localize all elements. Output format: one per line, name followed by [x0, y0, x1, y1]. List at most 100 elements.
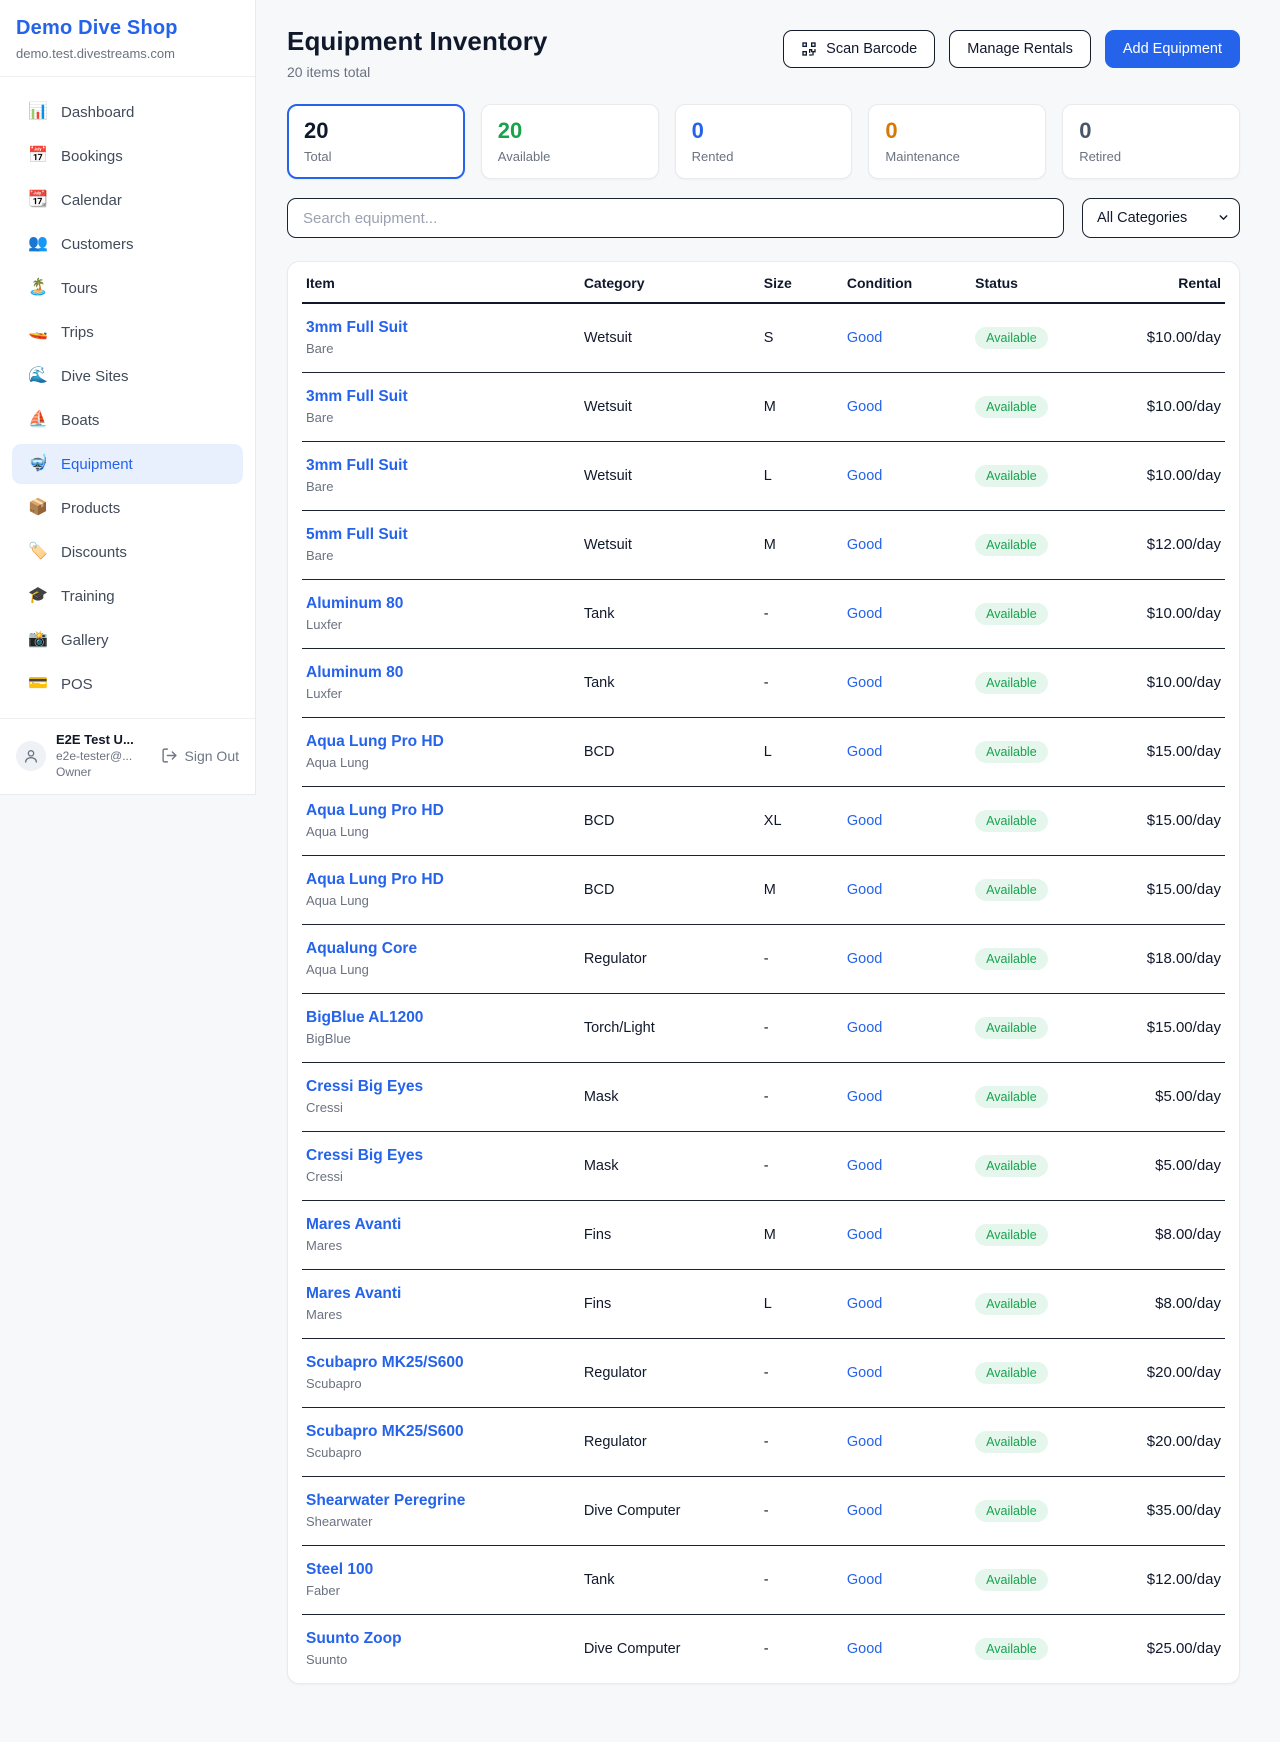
stat-card-rented[interactable]: 0Rented	[675, 104, 853, 179]
item-condition-link[interactable]: Good	[847, 1158, 882, 1174]
item-name-link[interactable]: 3mm Full Suit	[306, 457, 576, 475]
sidebar-item-products[interactable]: 📦Products	[12, 488, 243, 528]
item-name-link[interactable]: Aqua Lung Pro HD	[306, 871, 576, 889]
item-condition-link[interactable]: Good	[847, 1365, 882, 1381]
item-condition-link[interactable]: Good	[847, 951, 882, 967]
sidebar-item-boats[interactable]: ⛵Boats	[12, 400, 243, 440]
sidebar-item-training[interactable]: 🎓Training	[12, 576, 243, 616]
item-category: Mask	[580, 1131, 760, 1200]
item-condition-link[interactable]: Good	[847, 1572, 882, 1588]
sidebar-header: Demo Dive Shop demo.test.divestreams.com	[0, 0, 255, 77]
item-condition-link[interactable]: Good	[847, 1227, 882, 1243]
item-size: L	[760, 717, 843, 786]
item-condition-link[interactable]: Good	[847, 1296, 882, 1312]
item-name-link[interactable]: 3mm Full Suit	[306, 388, 576, 406]
item-condition-link[interactable]: Good	[847, 882, 882, 898]
item-condition-link[interactable]: Good	[847, 744, 882, 760]
stat-card-total[interactable]: 20Total	[287, 104, 465, 179]
item-name-link[interactable]: BigBlue AL1200	[306, 1009, 576, 1027]
item-name-link[interactable]: Suunto Zoop	[306, 1630, 576, 1648]
stat-value: 0	[885, 118, 1029, 144]
item-name-link[interactable]: 3mm Full Suit	[306, 319, 576, 337]
item-brand: Bare	[306, 479, 576, 494]
sidebar-item-trips[interactable]: 🚤Trips	[12, 312, 243, 352]
item-condition-link[interactable]: Good	[847, 1089, 882, 1105]
sidebar-item-bookings[interactable]: 📅Bookings	[12, 136, 243, 176]
item-name-link[interactable]: Mares Avanti	[306, 1285, 576, 1303]
status-badge: Available	[975, 327, 1048, 349]
sidebar-item-gallery[interactable]: 📸Gallery	[12, 620, 243, 660]
sidebar-item-dive-sites[interactable]: 🌊Dive Sites	[12, 356, 243, 396]
item-name-link[interactable]: Aluminum 80	[306, 595, 576, 613]
sidebar-nav: 📊Dashboard📅Bookings📆Calendar👥Customers🏝️…	[0, 77, 255, 718]
stat-card-available[interactable]: 20Available	[481, 104, 659, 179]
item-name-link[interactable]: Cressi Big Eyes	[306, 1147, 576, 1165]
item-category: Tank	[580, 1545, 760, 1614]
status-badge: Available	[975, 1293, 1048, 1315]
item-rental-rate: $10.00/day	[1099, 441, 1225, 510]
status-badge: Available	[975, 1017, 1048, 1039]
user-email: e2e-tester@...	[56, 749, 134, 763]
item-name-link[interactable]: Aqua Lung Pro HD	[306, 733, 576, 751]
sidebar-item-customers[interactable]: 👥Customers	[12, 224, 243, 264]
item-category: Torch/Light	[580, 993, 760, 1062]
item-condition-link[interactable]: Good	[847, 606, 882, 622]
item-condition-link[interactable]: Good	[847, 1020, 882, 1036]
sidebar-item-discounts[interactable]: 🏷️Discounts	[12, 532, 243, 572]
item-condition-link[interactable]: Good	[847, 813, 882, 829]
sidebar-item-label: Training	[61, 588, 115, 605]
item-name-link[interactable]: Scubapro MK25/S600	[306, 1354, 576, 1372]
item-category: Wetsuit	[580, 441, 760, 510]
sidebar-item-equipment[interactable]: 🤿Equipment	[12, 444, 243, 484]
search-input[interactable]	[287, 198, 1064, 238]
item-condition-link[interactable]: Good	[847, 1434, 882, 1450]
table-row: Cressi Big EyesCressiMask-GoodAvailable$…	[302, 1131, 1225, 1200]
sidebar-item-tours[interactable]: 🏝️Tours	[12, 268, 243, 308]
sign-out-button[interactable]: Sign Out	[161, 747, 239, 764]
item-name-link[interactable]: Mares Avanti	[306, 1216, 576, 1234]
column-header-rental: Rental	[1099, 262, 1225, 303]
category-select[interactable]: All Categories	[1082, 198, 1240, 238]
item-name-link[interactable]: Aqualung Core	[306, 940, 576, 958]
customers-icon: 👥	[28, 236, 48, 252]
item-brand: Shearwater	[306, 1514, 576, 1529]
bookings-icon: 📅	[28, 148, 48, 164]
item-condition-link[interactable]: Good	[847, 537, 882, 553]
category-select-wrap: All Categories	[1082, 198, 1240, 238]
status-badge: Available	[975, 672, 1048, 694]
item-rental-rate: $8.00/day	[1099, 1269, 1225, 1338]
item-condition-link[interactable]: Good	[847, 675, 882, 691]
column-header-condition: Condition	[843, 262, 971, 303]
item-name-link[interactable]: Aluminum 80	[306, 664, 576, 682]
item-category: Regulator	[580, 1407, 760, 1476]
column-header-category: Category	[580, 262, 760, 303]
item-name-link[interactable]: Aqua Lung Pro HD	[306, 802, 576, 820]
user-name: E2E Test U...	[56, 732, 134, 747]
item-condition-link[interactable]: Good	[847, 399, 882, 415]
item-condition-link[interactable]: Good	[847, 1503, 882, 1519]
item-category: Dive Computer	[580, 1476, 760, 1545]
manage-rentals-button[interactable]: Manage Rentals	[949, 30, 1091, 68]
sidebar-item-dashboard[interactable]: 📊Dashboard	[12, 92, 243, 132]
table-row: 3mm Full SuitBareWetsuitSGoodAvailable$1…	[302, 303, 1225, 372]
sidebar-item-label: Dashboard	[61, 104, 134, 121]
add-equipment-button[interactable]: Add Equipment	[1105, 30, 1240, 68]
stat-card-retired[interactable]: 0Retired	[1062, 104, 1240, 179]
item-rental-rate: $10.00/day	[1099, 648, 1225, 717]
item-name-link[interactable]: Cressi Big Eyes	[306, 1078, 576, 1096]
sidebar-item-pos[interactable]: 💳POS	[12, 664, 243, 704]
stat-card-maintenance[interactable]: 0Maintenance	[868, 104, 1046, 179]
status-badge: Available	[975, 948, 1048, 970]
item-name-link[interactable]: Steel 100	[306, 1561, 576, 1579]
sidebar-item-calendar[interactable]: 📆Calendar	[12, 180, 243, 220]
item-name-link[interactable]: Scubapro MK25/S600	[306, 1423, 576, 1441]
equipment-table-card: ItemCategorySizeConditionStatusRental 3m…	[287, 261, 1240, 1684]
item-condition-link[interactable]: Good	[847, 330, 882, 346]
item-category: Regulator	[580, 1338, 760, 1407]
item-brand: Aqua Lung	[306, 755, 576, 770]
item-name-link[interactable]: Shearwater Peregrine	[306, 1492, 576, 1510]
item-name-link[interactable]: 5mm Full Suit	[306, 526, 576, 544]
item-condition-link[interactable]: Good	[847, 1641, 882, 1657]
item-condition-link[interactable]: Good	[847, 468, 882, 484]
scan-barcode-button[interactable]: Scan Barcode	[783, 30, 935, 68]
